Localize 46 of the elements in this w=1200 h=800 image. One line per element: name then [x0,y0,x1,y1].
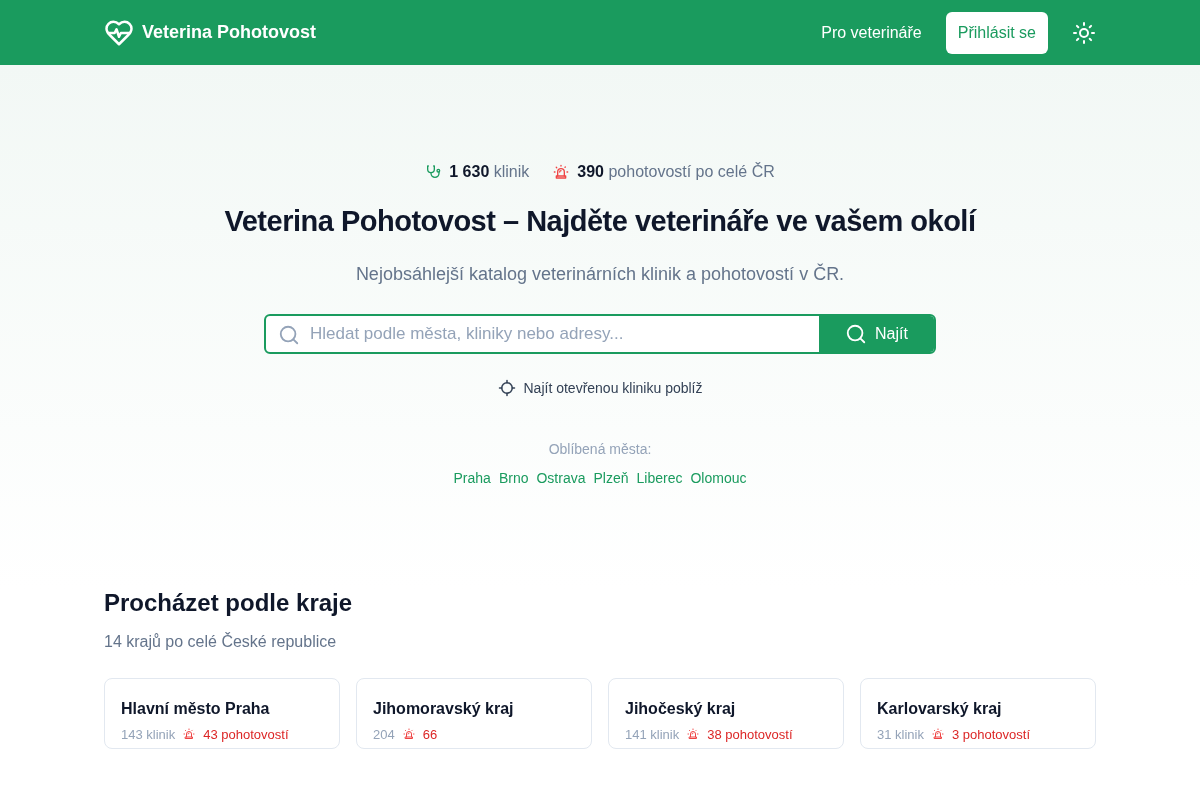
page-subtitle: Nejobsáhlejší katalog veterinárních klinik a pohotovostí v ČR. [354,262,846,286]
search-icon [278,323,300,346]
region-name: Karlovarský kraj [877,698,1003,719]
emergency-count: 3 pohotovostí [951,725,1031,744]
siren-icon [402,728,415,741]
stat-text: 1 630 klinik [449,162,530,182]
region-name: Jihočeský kraj [625,698,737,719]
siren-icon [687,728,700,741]
stat-text: 390 pohotovostí po celé ČR [577,161,775,182]
nearby-clinic-link[interactable]: Najít otevřenou kliniku poblíž [497,377,703,399]
theme-toggle-button[interactable] [1072,20,1096,45]
city-link[interactable]: Olomouc [690,467,747,489]
city-link[interactable]: Praha [453,467,491,489]
brand-logo[interactable]: Veterina Pohotovost [104,17,317,48]
clinic-count: 141 klinik [625,725,680,744]
region-name: Jihomoravský kraj [373,698,515,719]
page-title: Veterina Pohotovost – Najděte veterináře ve vašem okolí [223,204,978,239]
section-title: Procházet podle kraje [104,588,354,618]
search-field[interactable]: Hledat podle města, kliniky nebo adresy... Najít [264,313,936,354]
popular-cities-label: Oblíbená města: [547,439,653,459]
crosshair-icon [497,379,516,398]
region-card[interactable]: Hlavní město Praha 143 klinik 43 pohotovostí [104,677,340,750]
emergency-count: 38 pohotovostí [707,725,793,744]
siren-icon [931,728,944,741]
region-name: Hlavní město Praha [121,698,271,719]
search-button[interactable]: Najít [819,315,934,352]
login-button[interactable]: Přihlásit se [945,11,1048,54]
clinic-count: 204 [373,725,395,744]
clinic-count: 31 klinik [877,725,924,744]
region-card[interactable]: Karlovarský kraj 31 klinik 3 pohotovostí [860,677,1096,750]
emergency-count: 43 pohotovostí [203,725,289,744]
region-card[interactable]: Jihočeský kraj 141 klinik 38 pohotovostí [608,677,844,750]
nav-link[interactable]: Pro veterináře [821,20,922,45]
city-link[interactable]: Brno [498,467,529,489]
clinic-count: 143 klinik [121,725,176,744]
city-link[interactable]: Liberec [636,467,683,489]
emergency-count: 66 [422,725,438,744]
siren-icon [183,728,196,741]
siren-icon [553,164,570,180]
sun-icon [1072,20,1096,45]
region-card[interactable]: Jihomoravský kraj 204 66 [356,677,592,750]
search-icon [845,322,868,345]
city-link[interactable]: Plzeň [593,467,629,489]
stethoscope-icon [425,164,442,180]
city-link[interactable]: Ostrava [536,467,586,489]
section-subtitle: 14 krajů po celé České republice [104,631,338,652]
